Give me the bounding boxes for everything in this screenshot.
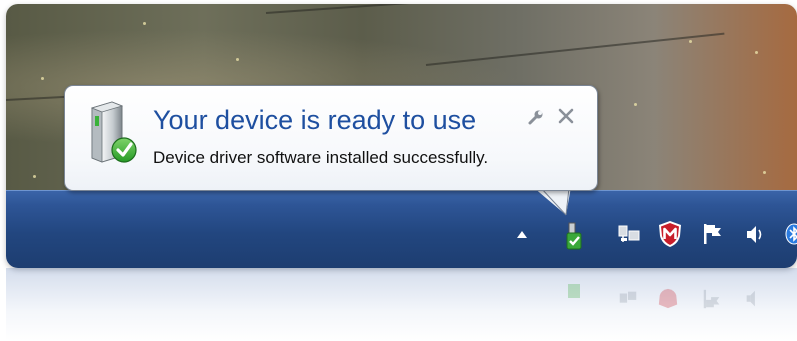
action-center-flag-icon[interactable]	[701, 222, 725, 246]
balloon-tail	[533, 187, 571, 216]
taskbar-reflection	[6, 268, 797, 341]
taskbar	[6, 190, 797, 268]
mcafee-reflection-icon	[658, 288, 678, 309]
device-installed-reflection-icon	[568, 284, 580, 298]
show-hidden-icons-arrow-icon[interactable]	[515, 227, 529, 241]
volume-icon[interactable]	[743, 222, 767, 246]
volume-reflection-icon	[746, 290, 755, 307]
flag-reflection-icon	[703, 289, 720, 309]
screenshot: Your device is ready to use Device drive…	[0, 0, 797, 341]
balloon-message: Device driver software installed success…	[153, 148, 489, 167]
device-installed-tray-icon[interactable]	[561, 221, 585, 251]
close-icon[interactable]	[555, 105, 577, 127]
notification-balloon[interactable]: Your device is ready to use Device drive…	[64, 85, 598, 191]
network-icon[interactable]	[617, 222, 641, 246]
balloon-title: Your device is ready to use	[153, 105, 477, 135]
wrench-icon[interactable]	[526, 107, 546, 127]
bluetooth-icon[interactable]	[784, 222, 797, 246]
device-drive-with-checkmark-icon	[90, 101, 137, 163]
mcafee-shield-icon[interactable]	[657, 220, 683, 248]
network-reflection-icon	[619, 291, 637, 303]
